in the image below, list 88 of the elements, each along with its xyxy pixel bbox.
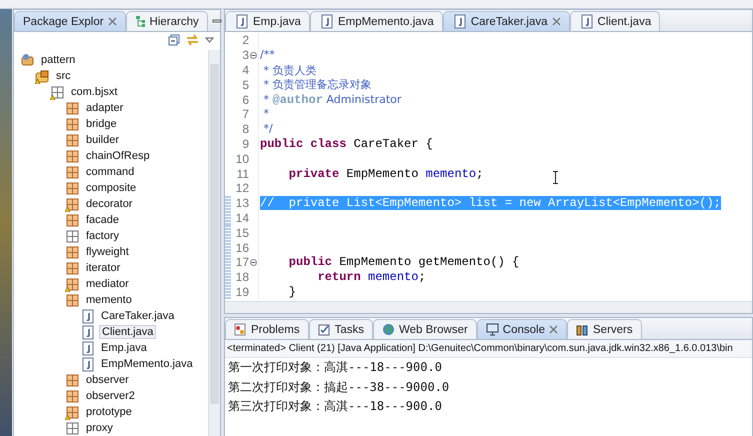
console-output-line: 第三次打印对象：高淇---18---900.0: [227, 398, 443, 415]
tree-item[interactable]: src: [54, 70, 73, 82]
line-number: 17: [234, 255, 249, 270]
scrollbar[interactable]: [208, 50, 220, 436]
line-number: 18: [234, 270, 249, 284]
tree-item[interactable]: mediator: [84, 278, 131, 290]
line-number: 9: [241, 136, 249, 151]
line-number: 10: [234, 152, 249, 166]
globe-icon: [382, 323, 395, 336]
tab[interactable]: Web Browser: [372, 319, 477, 339]
line-number: 3: [241, 48, 249, 62]
tree-item[interactable]: Client.java: [99, 325, 156, 339]
tab[interactable]: EmpMemento.java: [310, 11, 443, 31]
tree-item[interactable]: CareTaker.java: [99, 310, 176, 322]
fold-icon[interactable]: [250, 52, 257, 59]
java-file-icon: [234, 14, 249, 29]
code-line: return memento;: [316, 270, 426, 284]
servers-icon: [576, 323, 589, 336]
line-number: 4: [241, 62, 249, 77]
tree-item[interactable]: composite: [84, 182, 138, 194]
tree-item[interactable]: decorator: [84, 198, 134, 210]
java-file-icon: [452, 14, 467, 29]
line-number: 12: [234, 181, 249, 196]
tree-item[interactable]: command: [84, 166, 136, 178]
tree-item[interactable]: observer2: [84, 390, 137, 402]
tree-item[interactable]: iterator: [84, 262, 122, 274]
collapse-all-icon[interactable]: [168, 34, 180, 46]
tree-item[interactable]: chainOfResp: [84, 150, 152, 162]
close-icon[interactable]: [549, 325, 558, 334]
tree-item[interactable]: facade: [84, 214, 122, 226]
tab[interactable]: Package Explor: [14, 11, 126, 31]
line-number: 6: [241, 92, 249, 107]
tab[interactable]: Hierarchy: [126, 11, 208, 31]
console-output-line: 第一次打印对象：高淇---18---900.0: [227, 359, 443, 376]
code-line: */: [262, 122, 273, 136]
text-cursor-icon: [552, 171, 559, 184]
line-number: 15: [234, 226, 249, 240]
code-line: /**: [260, 48, 275, 62]
close-icon[interactable]: [552, 17, 561, 26]
tab[interactable]: Problems: [225, 319, 309, 339]
problems-icon: [234, 323, 247, 336]
java-file-icon: [318, 14, 334, 29]
tree-item[interactable]: factory: [84, 230, 122, 242]
line-number: 2: [241, 33, 249, 48]
line-number: 7: [241, 107, 249, 122]
line-number: 11: [236, 166, 249, 181]
line-number: 8: [241, 122, 249, 136]
monitor-icon: [486, 323, 499, 336]
code-line: * 负责人类: [262, 62, 316, 78]
clipboard-icon: [318, 323, 331, 336]
line-number: 19: [234, 284, 249, 299]
line-number: 5: [241, 78, 249, 92]
tab[interactable]: Client.java: [570, 11, 660, 31]
tree-item[interactable]: pattern: [39, 54, 78, 66]
tree-item[interactable]: proxy: [84, 422, 115, 434]
tree-item[interactable]: com.bjsxt: [69, 86, 120, 98]
tab[interactable]: Console: [476, 319, 567, 339]
close-icon[interactable]: [108, 17, 117, 26]
tab[interactable]: Tasks: [308, 319, 373, 339]
java-file-icon: [578, 14, 594, 29]
tab[interactable]: Servers: [567, 319, 642, 339]
code-line: public class CareTaker {: [260, 136, 433, 151]
tab[interactable]: Emp.java: [225, 11, 310, 31]
tree-item[interactable]: builder: [84, 134, 122, 146]
code-line: * @author Administrator: [262, 92, 402, 107]
tab[interactable]: CareTaker.java: [442, 11, 570, 31]
tree-item[interactable]: prototype: [84, 406, 134, 418]
tree-item[interactable]: bridge: [84, 118, 119, 130]
code-line: * 负责管理备忘录对象: [262, 77, 372, 92]
hierarchy-icon: [134, 15, 146, 28]
tree-item[interactable]: Emp.java: [99, 342, 149, 354]
console-status: <terminated> Client (21) [Java Application] D:\Genuitec\Common\binary\com.sun.java.jdk.win32.x86_1.6.0.013\bin: [225, 340, 752, 358]
tree-item[interactable]: adapter: [84, 102, 126, 114]
tree-item[interactable]: EmpMemento.java: [99, 358, 195, 370]
line-number: 13: [234, 196, 249, 210]
sync-arrows-icon[interactable]: [186, 34, 199, 46]
tree-item[interactable]: memento: [84, 294, 134, 306]
code-line: private EmpMemento memento;: [288, 166, 484, 181]
fold-icon[interactable]: [250, 258, 257, 266]
code-line: }: [288, 284, 296, 299]
tree-item[interactable]: flyweight: [84, 246, 131, 258]
line-number: 16: [234, 240, 249, 255]
console-output-line: 第二次打印对象：搞起---38---9000.0: [227, 378, 450, 396]
line-number: 14: [234, 210, 249, 225]
code-line: public EmpMemento getMemento() {: [288, 255, 520, 270]
tree-item[interactable]: observer: [84, 374, 131, 386]
horizontal-scrollbar[interactable]: [225, 301, 752, 313]
code-line: *: [262, 107, 269, 122]
